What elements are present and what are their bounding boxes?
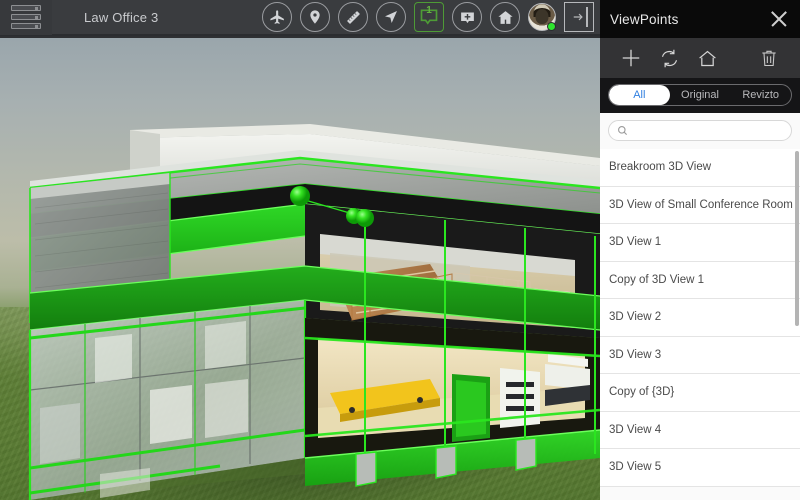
viewpoint-marker bbox=[290, 186, 310, 206]
app-root: Law Office 3 1 ViewPoints All Original R… bbox=[0, 0, 800, 500]
building-model bbox=[0, 38, 600, 500]
search-box[interactable] bbox=[608, 120, 792, 141]
panel-header: ViewPoints bbox=[600, 0, 800, 38]
delete-viewpoint-button[interactable] bbox=[750, 48, 788, 68]
segment-original[interactable]: Original bbox=[670, 85, 731, 105]
toolbar-icon-group: 1 bbox=[262, 2, 600, 32]
add-view-icon[interactable] bbox=[452, 2, 482, 32]
search-input[interactable] bbox=[633, 124, 783, 137]
add-viewpoint-button[interactable] bbox=[612, 47, 650, 69]
close-icon[interactable] bbox=[768, 8, 790, 30]
top-toolbar: Law Office 3 1 bbox=[0, 0, 600, 36]
app-title: Law Office 3 bbox=[84, 9, 159, 25]
list-item[interactable]: 3D View 3 bbox=[600, 336, 800, 374]
list-item[interactable]: 3D View 1 bbox=[600, 224, 800, 262]
list-item[interactable]: 3D View 5 bbox=[600, 449, 800, 487]
ruler-measure-icon[interactable] bbox=[338, 2, 368, 32]
viewpoints-panel: ViewPoints All Original Revizto Breakroo… bbox=[600, 0, 800, 500]
list-item[interactable]: 3D View 4 bbox=[600, 411, 800, 449]
comment-bubble-icon[interactable]: 1 bbox=[414, 2, 444, 32]
home-icon[interactable] bbox=[490, 2, 520, 32]
hamburger-list-icon[interactable] bbox=[0, 0, 52, 35]
avatar-face bbox=[535, 9, 549, 25]
location-pin-icon[interactable] bbox=[300, 2, 330, 32]
filter-segmented-control: All Original Revizto bbox=[608, 84, 792, 106]
airplane-icon[interactable] bbox=[262, 2, 292, 32]
sign-out-icon[interactable] bbox=[564, 2, 594, 32]
list-scrollbar[interactable] bbox=[795, 151, 799, 326]
navigate-arrow-icon[interactable] bbox=[376, 2, 406, 32]
segment-revizto[interactable]: Revizto bbox=[730, 85, 791, 105]
segment-all[interactable]: All bbox=[609, 85, 670, 105]
panel-title: ViewPoints bbox=[610, 11, 679, 27]
comment-badge-count: 1 bbox=[426, 5, 432, 16]
refresh-viewpoints-button[interactable] bbox=[650, 48, 688, 69]
home-viewpoint-button[interactable] bbox=[688, 48, 726, 69]
list-item[interactable]: Copy of {3D} bbox=[600, 374, 800, 412]
list-item[interactable]: Breakroom 3D View bbox=[600, 149, 800, 187]
list-item[interactable]: Copy of 3D View 1 bbox=[600, 261, 800, 299]
3d-model-viewport[interactable] bbox=[0, 38, 600, 500]
user-avatar[interactable] bbox=[528, 3, 556, 31]
panel-toolbar bbox=[600, 38, 800, 78]
viewpoint-marker bbox=[356, 209, 374, 227]
viewpoints-list[interactable]: Breakroom 3D View 3D View of Small Confe… bbox=[600, 149, 800, 487]
filter-segment-wrap: All Original Revizto bbox=[600, 78, 800, 113]
list-item[interactable]: 3D View of Small Conference Room bbox=[600, 186, 800, 224]
search-wrap bbox=[600, 113, 800, 149]
avatar-status-dot bbox=[547, 22, 556, 31]
search-icon bbox=[618, 126, 628, 136]
list-item[interactable]: 3D View 2 bbox=[600, 299, 800, 337]
